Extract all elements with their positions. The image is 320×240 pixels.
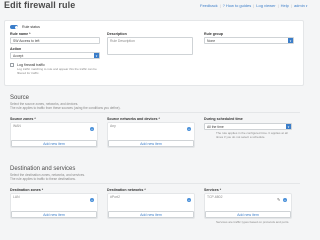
log-traffic-help: Log traffic matching to rule and appear … xyxy=(17,67,97,75)
rule-group-select[interactable]: None ▾ xyxy=(204,37,294,44)
destination-section-title: Destination and services xyxy=(10,166,76,172)
rule-name-label: Rule name * xyxy=(10,32,31,36)
action-label: Action xyxy=(10,47,22,51)
schedule-select[interactable]: All the time ▾ xyxy=(204,123,292,130)
chevron-down-icon: ▾ xyxy=(286,124,291,129)
source-section-desc: Select the source zones, networks, and d… xyxy=(10,102,121,110)
divider xyxy=(10,112,300,113)
destination-zones-add-button[interactable]: Add new item xyxy=(11,211,97,218)
services-label: Services * xyxy=(204,188,222,192)
source-networks-label: Source networks and devices * xyxy=(107,117,160,121)
pencil-icon[interactable]: ✎ xyxy=(277,197,280,202)
log-viewer-link[interactable]: Log viewer xyxy=(256,3,275,8)
feedback-link[interactable]: Feedback xyxy=(200,3,218,8)
admin-menu[interactable]: admin xyxy=(294,3,305,8)
source-networks-add-button[interactable]: Add new item xyxy=(108,140,194,147)
chevron-down-icon: ▾ xyxy=(94,53,99,58)
add-circle-icon[interactable]: + xyxy=(187,198,191,202)
page-title: Edit firewall rule xyxy=(4,0,76,10)
source-section-title: Source xyxy=(10,95,30,101)
schedule-help: The rule applies in the configured time.… xyxy=(216,131,288,139)
help-link[interactable]: Help xyxy=(281,3,289,8)
rule-status-label: Rule status xyxy=(22,25,40,29)
schedule-label: During scheduled time xyxy=(204,117,243,121)
description-label: Description xyxy=(107,32,127,36)
top-navigation: Feedback | ? How to guides | Log viewer … xyxy=(200,3,308,8)
destination-networks-label: Destination networks * xyxy=(107,188,146,192)
services-help: Services are traffic types based on prot… xyxy=(216,220,290,224)
chevron-down-icon: ▾ xyxy=(305,3,308,8)
add-circle-icon[interactable]: + xyxy=(90,198,94,202)
source-zones-label: Source zones * xyxy=(10,117,36,121)
help-icon: ? xyxy=(222,3,225,8)
chevron-down-icon: ▾ xyxy=(288,38,293,43)
rule-group-label: Rule group xyxy=(204,32,223,36)
source-zones-value[interactable]: WAN xyxy=(11,123,97,133)
description-textarea[interactable]: Rule Description xyxy=(107,37,193,55)
divider xyxy=(10,183,300,184)
action-select[interactable]: Accept ▾ xyxy=(10,52,100,59)
how-to-guides-link[interactable]: How to guides xyxy=(226,3,251,8)
destination-networks-add-button[interactable]: Add new item xyxy=(108,211,194,218)
rule-name-input[interactable]: SW Access to left xyxy=(10,37,100,44)
destination-zones-value[interactable]: LAN xyxy=(11,194,97,204)
add-circle-icon[interactable]: + xyxy=(90,127,94,131)
destination-networks-value[interactable]: #Port2 xyxy=(108,194,194,204)
destination-zones-label: Destination zones * xyxy=(10,188,44,192)
source-zones-add-button[interactable]: Add new item xyxy=(11,140,97,147)
add-circle-icon[interactable]: + xyxy=(187,127,191,131)
source-networks-value[interactable]: Any xyxy=(108,123,194,133)
services-add-button[interactable]: Add new item xyxy=(205,211,291,218)
rule-status-toggle[interactable] xyxy=(10,25,18,29)
destination-section-desc: Select the destination zones, networks, … xyxy=(10,173,85,181)
add-circle-icon[interactable]: + xyxy=(283,198,287,202)
log-traffic-checkbox[interactable] xyxy=(10,63,14,67)
